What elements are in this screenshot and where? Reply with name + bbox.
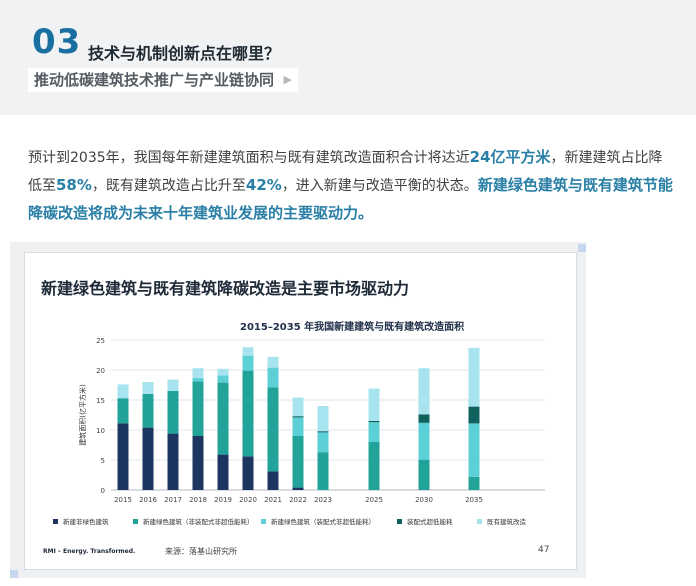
- bar-segment: [217, 375, 229, 383]
- x-tick-label: 2021: [264, 496, 282, 504]
- bar-segment: [117, 398, 129, 424]
- y-tick-label: 20: [96, 367, 105, 375]
- paragraph-highlight-area: 24亿平方米: [469, 148, 551, 166]
- bar-segment: [267, 367, 279, 388]
- x-tick-label: 2035: [465, 496, 483, 504]
- bar-segment: [117, 423, 129, 490]
- bar-segment: [142, 427, 154, 490]
- x-tick-label: 2030: [415, 496, 433, 504]
- legend-label: 既有建筑改造: [487, 517, 527, 526]
- bar-segment: [292, 416, 304, 418]
- bar-segment: [317, 432, 329, 453]
- bar-segment: [142, 382, 154, 394]
- bar-segment: [242, 355, 254, 371]
- intro-paragraph: 预计到2035年，我国每年新建建筑面积与既有建筑改造面积合计将达近24亿平方米 ，…: [28, 144, 676, 228]
- section-subtitle-text: 推动低碳建筑技术推广与产业链协同: [34, 71, 275, 89]
- bar-segment: [117, 384, 129, 399]
- legend-label: 新建绿色建筑（非装配式非超低能耗）: [143, 517, 254, 526]
- corner-square-top: [578, 244, 586, 252]
- stacked-bar-chart: 0510152025建筑面积(亿平方米)2015 2016 2017 2018 2019…: [53, 337, 545, 526]
- bar-segment: [418, 414, 430, 423]
- bar-segment: [292, 397, 304, 417]
- bar-segment: [418, 460, 430, 490]
- y-tick-label: 25: [96, 337, 105, 345]
- bar-segment: [368, 422, 380, 442]
- legend-label: 新建绿色建筑（装配式非超低能耗）: [271, 517, 375, 526]
- paragraph-text-3: ，既有建筑改造占比升至: [91, 178, 246, 194]
- bar-segment: [368, 388, 380, 421]
- section-subtitle: 推动低碳建筑技术推广与产业链协同 ▶: [28, 68, 299, 92]
- x-tick-label: 2017: [164, 496, 182, 504]
- legend-swatch: [477, 519, 482, 524]
- x-tick-label: 2023: [314, 496, 332, 504]
- bar-segment: [317, 452, 329, 490]
- section-title: 技术与机制创新点在哪里？: [88, 44, 281, 63]
- bar-segment: [142, 394, 154, 428]
- legend-swatch: [397, 519, 402, 524]
- source-note: 来源：落基山研究所: [165, 547, 237, 556]
- bar-segment: [242, 456, 254, 490]
- x-tick-label: 2025: [365, 496, 383, 504]
- legend-swatch: [133, 519, 138, 524]
- bar-segment: [192, 436, 204, 490]
- bar-segment: [217, 454, 229, 490]
- bar-segment: [418, 422, 430, 460]
- paragraph-highlight-new-share: 58%: [56, 176, 92, 194]
- bar-segment: [242, 370, 254, 457]
- bar-segment: [368, 421, 380, 423]
- y-tick-label: 15: [96, 397, 105, 405]
- bar-segment: [368, 442, 380, 490]
- legend-label: 装配式超低能耗: [407, 517, 453, 526]
- bar-segment: [292, 436, 304, 488]
- bar-segment: [192, 381, 204, 436]
- legend-swatch: [261, 519, 266, 524]
- bar-segment: [167, 433, 179, 490]
- bar-segment: [167, 379, 179, 391]
- bar-segment: [292, 487, 304, 490]
- y-tick-label: 0: [101, 487, 105, 495]
- bar-segment: [468, 347, 480, 407]
- x-tick-label: 2018: [189, 496, 207, 504]
- bar-segment: [317, 406, 329, 432]
- paragraph-text-4: ，进入新建与改造平衡的状态。: [281, 178, 478, 194]
- legend-label: 新建非绿色建筑: [63, 517, 109, 526]
- y-axis-label: 建筑面积(亿平方米): [78, 384, 87, 446]
- x-tick-label: 2020: [239, 496, 257, 504]
- bar-segment: [418, 368, 430, 415]
- section-number: 03: [32, 22, 82, 62]
- bar-segment: [217, 382, 229, 455]
- y-tick-label: 10: [96, 427, 105, 435]
- x-tick-label: 2019: [214, 496, 232, 504]
- play-arrow-icon: ▶: [283, 73, 293, 86]
- legend-swatch: [53, 519, 58, 524]
- bar-segment: [317, 431, 329, 433]
- bar-segment: [217, 368, 229, 376]
- bar-segment: [267, 387, 279, 472]
- paragraph-text-1: 预计到2035年，我国每年新建建筑面积与既有建筑改造面积合计将达近: [28, 150, 470, 166]
- x-tick-label: 2016: [139, 496, 157, 504]
- bar-segment: [267, 356, 279, 368]
- bar-segment: [468, 476, 480, 490]
- bar-segment: [468, 406, 480, 424]
- bar-segment: [468, 423, 480, 477]
- paragraph-highlight-retrofit-share: 42%: [245, 176, 282, 194]
- bar-segment: [167, 391, 179, 434]
- x-tick-label: 2022: [289, 496, 307, 504]
- chart-card: 新建绿色建筑与既有建筑降碳改造是主要市场驱动力 2015–2035 年我国新建建…: [24, 252, 577, 570]
- y-tick-label: 5: [101, 457, 105, 465]
- bar-segment: [292, 417, 304, 436]
- x-tick-label: 2015: [114, 496, 132, 504]
- bar-segment: [192, 377, 204, 382]
- rmi-brand: RMI – Energy. Transformed.: [43, 548, 136, 555]
- bar-segment: [267, 471, 279, 490]
- page-number: 47: [538, 545, 550, 555]
- bar-segment: [192, 368, 204, 378]
- corner-square-bottom: [10, 570, 18, 578]
- bar-segment: [242, 347, 254, 356]
